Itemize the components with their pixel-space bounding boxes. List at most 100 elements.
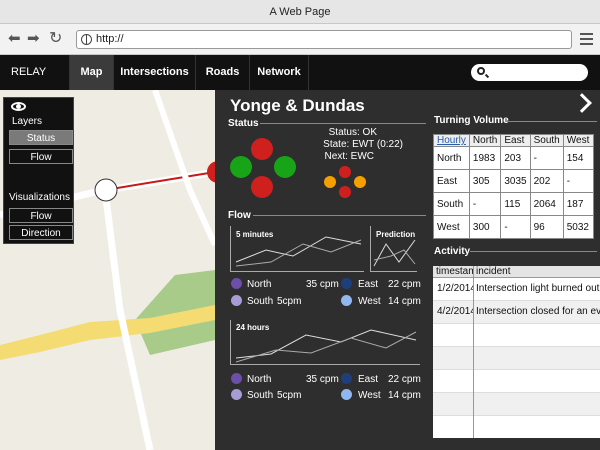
- signal-south-light: [251, 176, 273, 198]
- table-row: [433, 393, 600, 416]
- flow-24h-lines: [235, 329, 417, 363]
- table-row[interactable]: 1/2/2014 Intersection light burned out: [433, 278, 600, 301]
- south-legend-dot-24h: [231, 389, 242, 400]
- activity-header-incident: incident: [474, 266, 600, 278]
- east-legend-dot-24h: [341, 373, 352, 384]
- south-5min-value: 5cpm: [277, 296, 302, 307]
- flow-5min-line-1: [235, 236, 362, 263]
- signal-east-light: [274, 156, 296, 178]
- flow-24h-chart: 24 hours: [230, 320, 420, 365]
- activity-header-timestamp: timestamp: [433, 266, 473, 278]
- north-legend-dot-24h: [231, 373, 242, 384]
- tab-roads[interactable]: Roads: [195, 55, 249, 90]
- west-5min-name: West: [358, 296, 381, 307]
- south-24h-name: South: [247, 390, 274, 401]
- west-5min-value: 14 cpm: [388, 296, 421, 307]
- back-arrow-icon[interactable]: ⬅: [8, 31, 21, 47]
- browser-toolbar: ⬅ ➡ ↻ http://: [0, 24, 600, 55]
- viz-direction-button[interactable]: Direction: [9, 225, 73, 240]
- layer-status-button[interactable]: Status: [9, 130, 73, 145]
- next-signal-east: [354, 176, 366, 188]
- intersection-marker: [94, 178, 118, 202]
- tab-map-label: Map: [80, 66, 103, 78]
- flow-5min-chart: 5 minutes: [230, 226, 364, 272]
- table-header: North: [468, 134, 502, 147]
- status-text: Status: OK: [328, 127, 377, 138]
- reload-icon[interactable]: ↻: [49, 31, 62, 47]
- turning-volume-table: Hourly North East South West North 1983 …: [433, 134, 594, 239]
- east-24h-value: 22 cpm: [388, 374, 421, 385]
- table-cell: West: [433, 215, 470, 239]
- north-24h-name: North: [247, 374, 272, 385]
- flow-24h-line-2: [235, 331, 417, 363]
- west-24h-name: West: [358, 390, 381, 401]
- activity-incident: Intersection light burned out: [476, 283, 600, 294]
- next-signal-south: [339, 186, 351, 198]
- table-row: North 1983 203 - 154: [433, 146, 594, 170]
- flow-5min-lines: [235, 236, 362, 267]
- hourly-dropdown[interactable]: Hourly: [433, 134, 470, 147]
- table-row: West 300 - 96 5032: [433, 215, 594, 239]
- intersection-detail-panel: Yonge & Dundas Status Status: OK State: …: [215, 90, 600, 450]
- east-5min-name: East: [358, 279, 379, 290]
- forward-arrow-icon[interactable]: ➡: [27, 31, 40, 47]
- tab-intersections-label: Intersections: [120, 66, 189, 78]
- hamburger-menu-icon[interactable]: [580, 33, 593, 48]
- chevron-right-icon[interactable]: [572, 93, 592, 113]
- flow-prediction-line-1: [373, 239, 416, 267]
- north-legend-dot: [231, 278, 242, 289]
- activity-table[interactable]: timestamp incident 1/2/2014 Intersection…: [433, 266, 600, 438]
- signal-north-light: [251, 138, 273, 160]
- table-header-row: Hourly North East South West: [433, 134, 594, 147]
- layer-flow-button[interactable]: Flow: [9, 149, 73, 164]
- table-row: South - 115 2064 187: [433, 192, 594, 216]
- next-signal-north: [339, 166, 351, 178]
- app-navbar: RELAY Map Intersections Roads Network: [0, 55, 600, 90]
- address-bar[interactable]: http://: [76, 30, 572, 49]
- south-legend-dot: [231, 295, 242, 306]
- tab-roads-label: Roads: [205, 66, 240, 78]
- address-text[interactable]: http://: [96, 33, 124, 45]
- table-cell: 2064: [529, 192, 564, 216]
- status-section-title: Status: [228, 118, 259, 129]
- state-text: State: EWT (0:22): [323, 139, 403, 150]
- table-cell: -: [529, 146, 564, 170]
- turning-volume-divider: [505, 121, 597, 122]
- tab-network[interactable]: Network: [249, 55, 309, 90]
- signal-west-light: [230, 156, 252, 178]
- table-cell: 305: [468, 169, 502, 193]
- table-row[interactable]: 4/2/2014 Intersection closed for an even…: [433, 301, 600, 324]
- next-text: Next: EWC: [324, 151, 374, 162]
- table-row: [433, 370, 600, 393]
- window-title: A Web Page: [269, 6, 331, 18]
- flow-divider: [253, 215, 426, 216]
- table-row: East 305 3035 202 -: [433, 169, 594, 193]
- activity-title: Activity: [434, 246, 471, 257]
- table-cell: 5032: [562, 215, 594, 239]
- eye-icon[interactable]: [11, 102, 26, 111]
- table-row: [433, 324, 600, 347]
- flow-prediction-line-2: [373, 249, 416, 265]
- layers-heading: Layers: [12, 116, 43, 127]
- viz-flow-button[interactable]: Flow: [9, 208, 73, 223]
- table-cell: 300: [468, 215, 502, 239]
- app-brand[interactable]: RELAY: [11, 66, 46, 78]
- west-24h-value: 14 cpm: [388, 390, 421, 401]
- globe-icon: [81, 34, 92, 45]
- tab-network-label: Network: [257, 66, 301, 78]
- tab-intersections[interactable]: Intersections: [113, 55, 195, 90]
- activity-column-divider: [473, 266, 474, 438]
- intersection-title: Yonge & Dundas: [230, 96, 365, 115]
- table-cell: North: [433, 146, 470, 170]
- activity-timestamp: 1/2/2014: [437, 283, 473, 294]
- east-24h-name: East: [358, 374, 379, 385]
- table-cell: -: [562, 169, 594, 193]
- south-24h-value: 5cpm: [277, 390, 302, 401]
- search-input[interactable]: [471, 64, 588, 81]
- north-5min-name: North: [247, 279, 272, 290]
- west-legend-dot-24h: [341, 389, 352, 400]
- table-cell: -: [468, 192, 502, 216]
- north-24h-value: 35 cpm: [306, 374, 339, 385]
- status-divider: [260, 123, 426, 124]
- tab-map[interactable]: Map: [69, 55, 113, 90]
